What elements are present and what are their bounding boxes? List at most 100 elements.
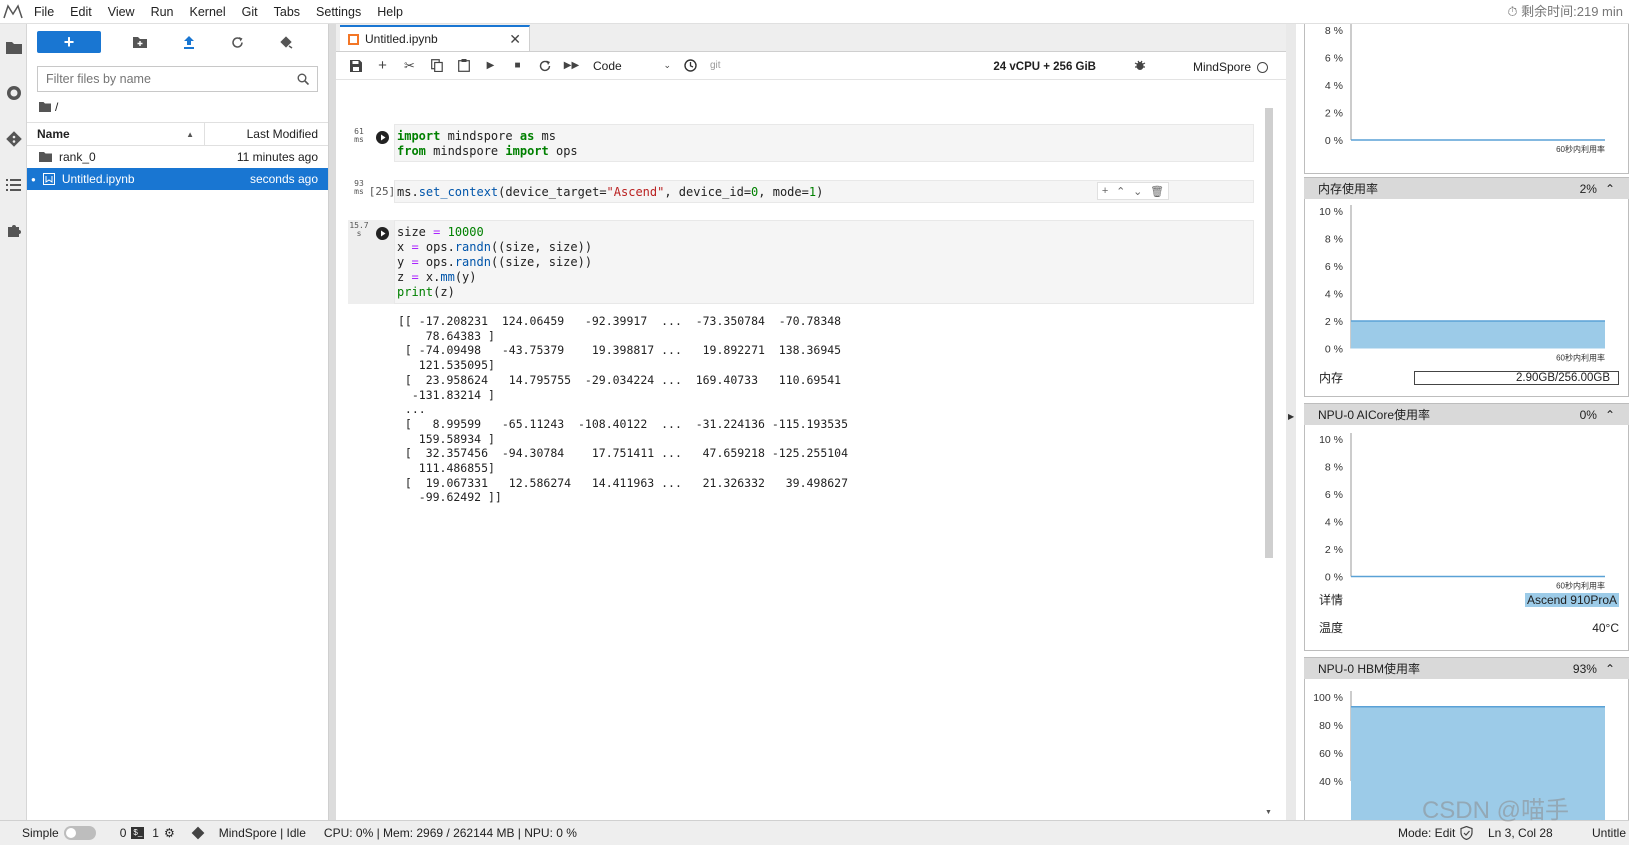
file-row-untitled-ipynb[interactable]: ● Untitled.ipynb seconds ago xyxy=(27,168,328,190)
chart-tick-label: 0 % xyxy=(1325,344,1343,356)
kernel-indicator[interactable]: MindSpore xyxy=(1193,58,1268,76)
new-folder-icon xyxy=(132,36,147,48)
close-icon[interactable]: ✕ xyxy=(509,31,521,48)
chevron-up-icon[interactable]: ⌃ xyxy=(1605,408,1615,422)
npu-detail-label: 详情 xyxy=(1319,593,1344,607)
chevron-up-icon[interactable]: ⌃ xyxy=(1605,182,1615,196)
npu-hbm-value: 93% xyxy=(1572,661,1597,676)
chart-footer-label: 60秒内利用率 xyxy=(1556,353,1605,363)
fast-forward-icon: ▶▶ xyxy=(563,60,580,71)
history-button[interactable] xyxy=(677,54,704,78)
new-folder-button[interactable] xyxy=(115,31,164,53)
npu-aicore-section-header[interactable]: NPU-0 AICore使用率 0% ⌃ xyxy=(1304,403,1629,425)
npu-detail-row: 详情 Ascend 910ProA xyxy=(1319,591,1619,608)
extension-puzzle-icon[interactable] xyxy=(0,208,27,254)
kernel-name: MindSpore xyxy=(1192,60,1251,74)
copy-button[interactable] xyxy=(423,54,450,78)
restart-run-all-button[interactable]: ▶▶ xyxy=(558,54,585,78)
run-cell-button[interactable] xyxy=(370,128,394,146)
column-name-label: Name xyxy=(37,127,70,141)
file-browser: + / Name ▲ Last Modified rank_0 xyxy=(27,24,329,820)
cell-editor[interactable]: size = 10000 x = ops.randn((size, size))… xyxy=(394,220,1254,304)
running-icon[interactable] xyxy=(0,70,27,116)
run-cell-button[interactable] xyxy=(370,224,394,242)
file-row-rank-0[interactable]: rank_0 11 minutes ago xyxy=(27,146,328,168)
move-down-chevron-icon[interactable]: ⌄ xyxy=(1133,185,1142,198)
new-launcher-button[interactable]: + xyxy=(37,31,101,53)
memory-title: 内存使用率 xyxy=(1318,182,1379,196)
chart-tick-label: 4 % xyxy=(1325,289,1343,301)
kernels-count[interactable]: 1 ⚙ xyxy=(152,826,174,840)
scrollbar-thumb[interactable] xyxy=(1265,108,1273,558)
file-filter-input[interactable] xyxy=(46,72,297,86)
cell-timing: 61 ms xyxy=(354,127,364,144)
upload-button[interactable] xyxy=(164,31,213,53)
tab-untitled-ipynb[interactable]: Untitled.ipynb ✕ xyxy=(340,25,530,51)
menu-run[interactable]: Run xyxy=(143,0,182,24)
insert-cell-plus-icon[interactable]: + xyxy=(1102,185,1108,197)
remaining-time: ⏱ 剩余时间:219 min xyxy=(1507,0,1623,24)
scissors-icon: ✂ xyxy=(404,57,415,73)
kernel-status[interactable]: MindSpore | Idle xyxy=(219,826,306,840)
column-name-header[interactable]: Name ▲ xyxy=(27,123,205,145)
menu-kernel[interactable]: Kernel xyxy=(182,0,234,24)
file-list-header: Name ▲ Last Modified xyxy=(27,122,328,146)
notebook-panel: Untitled.ipynb ✕ + ✂ ▶ ■ ▶▶ Code ⌄ git 2… xyxy=(336,24,1286,820)
memory-section-header[interactable]: 内存使用率 2% ⌃ xyxy=(1304,177,1629,199)
column-modified-header[interactable]: Last Modified xyxy=(205,123,328,145)
menu-view[interactable]: View xyxy=(100,0,143,24)
menu-edit[interactable]: Edit xyxy=(62,0,100,24)
debugger-bug-icon[interactable] xyxy=(1134,59,1146,74)
folder-icon xyxy=(39,152,52,162)
chart-tick-label: 100 % xyxy=(1313,692,1343,704)
git-clone-button[interactable] xyxy=(262,31,311,53)
chevron-up-icon[interactable]: ⌃ xyxy=(1605,662,1615,676)
upload-icon xyxy=(183,35,194,49)
npu-aicore-section: 10 % 8 % 6 % 4 % 2 % 0 % 60秒内利用率 详情 Ascend 910… xyxy=(1304,425,1629,651)
paste-button[interactable] xyxy=(450,54,477,78)
insert-cell-button[interactable]: + xyxy=(369,54,396,78)
cell-editor[interactable]: import mindspore as ms from mindspore im… xyxy=(394,124,1254,162)
copy-icon xyxy=(430,59,443,72)
chart-tick-label: 8 % xyxy=(1325,25,1343,37)
npu-hbm-section-header[interactable]: NPU-0 HBM使用率 93% ⌃ xyxy=(1304,657,1629,679)
breadcrumb-root[interactable]: / xyxy=(55,100,58,114)
move-up-chevron-icon[interactable]: ⌃ xyxy=(1116,185,1125,198)
menu-tabs[interactable]: Tabs xyxy=(266,0,308,24)
menu-settings[interactable]: Settings xyxy=(308,0,369,24)
npu-hbm-title: NPU-0 HBM使用率 xyxy=(1318,662,1421,676)
refresh-button[interactable] xyxy=(213,31,262,53)
restart-button[interactable] xyxy=(531,54,558,78)
run-button[interactable]: ▶ xyxy=(477,54,504,78)
code-cell-active[interactable]: 15.7 s size = 10000 x = ops.randn((size,… xyxy=(348,220,1254,304)
terminals-count[interactable]: 0 $_ xyxy=(120,826,145,840)
cell-type-select[interactable]: Code ⌄ xyxy=(587,55,677,77)
save-button[interactable] xyxy=(342,54,369,78)
save-icon xyxy=(349,59,362,72)
right-panel-splitter[interactable]: ▶ xyxy=(1286,24,1296,820)
git-icon[interactable] xyxy=(0,116,27,162)
cut-button[interactable]: ✂ xyxy=(396,54,423,78)
interrupt-button[interactable]: ■ xyxy=(504,54,531,78)
cursor-position[interactable]: Ln 3, Col 28 xyxy=(1488,826,1553,840)
shield-icon[interactable] xyxy=(1460,826,1473,840)
menu-git[interactable]: Git xyxy=(234,0,266,24)
simple-mode-toggle[interactable] xyxy=(63,826,96,840)
menu-file[interactable]: File xyxy=(26,0,62,24)
git-status[interactable] xyxy=(191,826,205,840)
chart-tick-label: 2 % xyxy=(1325,108,1343,120)
toc-icon[interactable] xyxy=(0,162,27,208)
git-label[interactable]: git xyxy=(710,60,721,71)
folder-icon[interactable] xyxy=(0,24,27,70)
delete-trash-icon[interactable]: 🗑 xyxy=(1150,185,1164,198)
chart-footer-label: 60秒内利用率 xyxy=(1556,581,1605,591)
left-panel-splitter[interactable] xyxy=(329,24,336,820)
folder-icon[interactable] xyxy=(39,102,51,112)
collapse-arrow-icon[interactable]: ▶ xyxy=(1288,412,1294,421)
notebook-scrollbar[interactable]: ▼ xyxy=(1264,96,1274,816)
code-cell[interactable]: 61 ms import mindspore as ms from mindsp… xyxy=(348,124,1254,164)
menu-help[interactable]: Help xyxy=(369,0,411,24)
scroll-down-arrow-icon[interactable]: ▼ xyxy=(1265,809,1272,816)
play-circle-icon xyxy=(375,226,389,240)
memory-section: 10 % 8 % 6 % 4 % 2 % 0 % 60秒内利用率 内存 2.90GB/256… xyxy=(1304,199,1629,397)
